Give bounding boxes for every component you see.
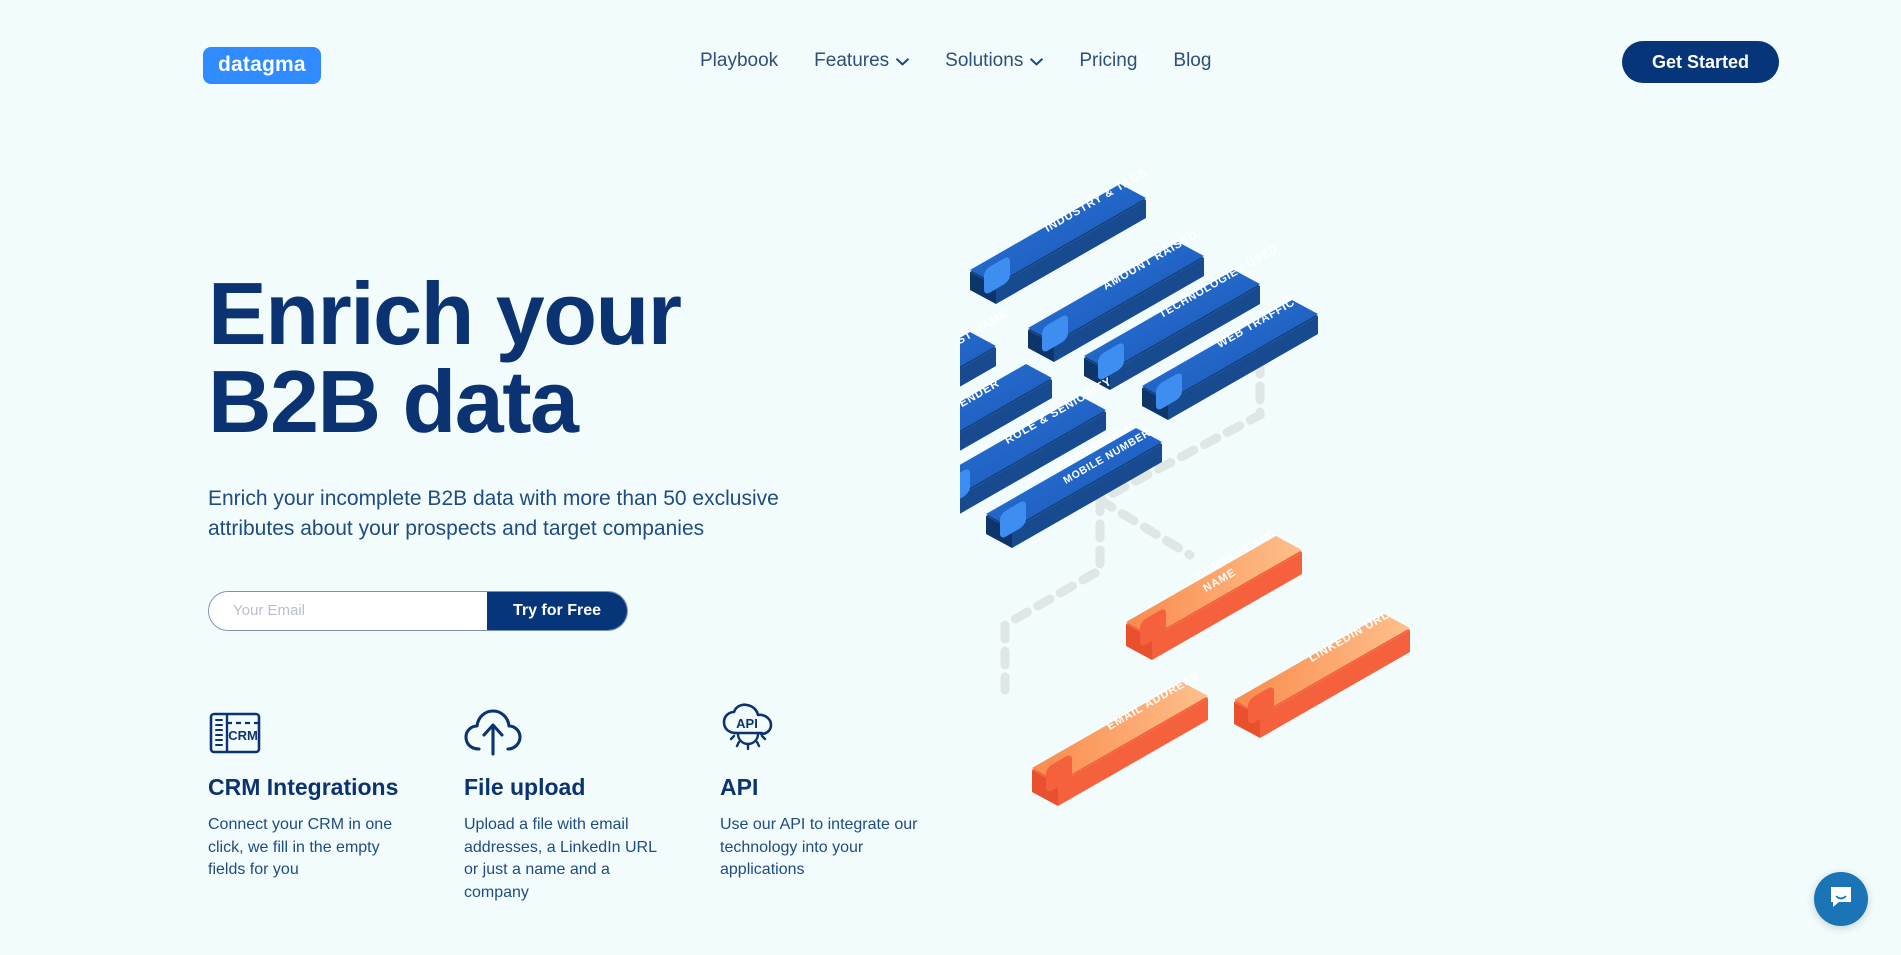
try-for-free-button[interactable]: Try for Free [486,591,627,630]
nav-label: Solutions [945,50,1024,71]
nav-item-solutions[interactable]: Solutions [945,50,1044,72]
logo[interactable]: datagma [203,47,321,84]
nav-label: Playbook [700,50,779,71]
nav-label: Pricing [1079,50,1138,71]
orange-card-group: COMPANY AND NAME LINKEDIN URL EMAIL ADDR… [1032,527,1410,806]
feature-crm-integrations: CRM CRM Integrations Connect your CRM in… [208,695,418,905]
hero-section: Enrich your B2B data Enrich your incompl… [208,270,928,631]
svg-text:CRM: CRM [228,728,258,743]
nav-item-features[interactable]: Features [814,50,910,72]
chat-widget-button[interactable] [1814,872,1868,926]
landing-page: datagma Playbook Features Solutions Pric… [0,0,1901,955]
nav-label: Blog [1173,50,1212,71]
feature-file-upload: File upload Upload a file with email add… [464,695,674,905]
email-input[interactable] [209,591,487,630]
feature-api: API API Use our API to integrate our tec… [720,695,930,905]
signup-form: Try for Free [208,590,628,631]
feature-description: Upload a file with email addresses, a Li… [464,816,657,902]
feature-title: API [720,774,759,800]
feature-title: CRM Integrations [208,774,399,800]
nav-item-blog[interactable]: Blog [1173,50,1211,72]
feature-description: Use our API to integrate our technology … [720,816,918,879]
chevron-down-icon [896,58,910,66]
feature-list: CRM CRM Integrations Connect your CRM in… [208,695,930,905]
blue-card-group: INDUSTRY & TAGS AMOUNT RAISED TECHNOLOGI… [960,170,1318,548]
nav-item-playbook[interactable]: Playbook [700,50,778,72]
site-header: datagma Playbook Features Solutions Pric… [0,0,1901,103]
chat-bubble-icon [1828,884,1854,915]
nav-label: Features [814,50,890,71]
feature-description: Connect your CRM in one click, we fill i… [208,816,393,879]
cloud-upload-icon [464,695,674,757]
api-cloud-gear-icon: API [720,695,930,757]
nav-item-pricing[interactable]: Pricing [1079,50,1137,72]
feature-title: File upload [464,774,586,800]
crm-icon: CRM [208,695,418,757]
page-title: Enrich your B2B data [208,264,682,451]
isometric-data-illustration: INDUSTRY & TAGS AMOUNT RAISED TECHNOLOGI… [960,170,1660,830]
svg-text:API: API [736,716,758,731]
main-navigation: Playbook Features Solutions Pricing Blog [700,50,1211,72]
get-started-button[interactable]: Get Started [1621,41,1779,83]
hero-subtitle: Enrich your incomplete B2B data with mor… [208,487,779,541]
chevron-down-icon [1030,58,1044,66]
